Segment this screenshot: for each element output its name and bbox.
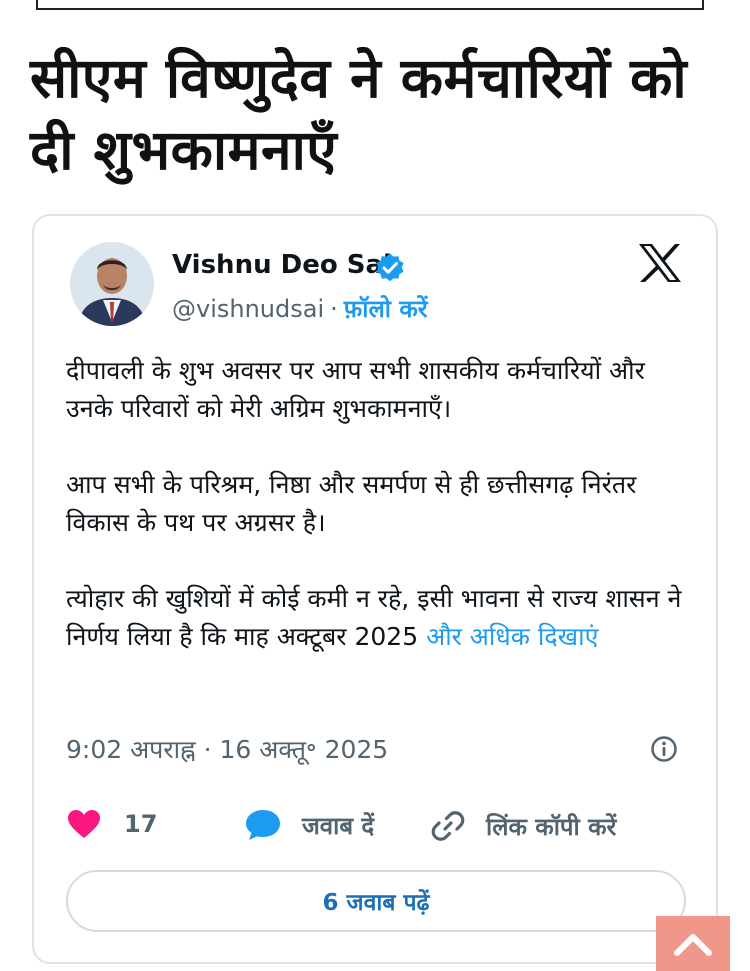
verified-badge-icon xyxy=(376,253,404,282)
follow-link[interactable]: फ़ॉलो करें xyxy=(344,295,428,323)
x-logo-icon[interactable] xyxy=(637,242,683,284)
read-replies-button[interactable]: 6 जवाब पढ़ें xyxy=(66,870,686,932)
link-icon xyxy=(431,811,465,841)
avatar-image xyxy=(70,242,154,326)
tweet-text: दीपावली के शुभ अवसर पर आप सभी शासकीय कर्… xyxy=(66,352,696,656)
separator-dot: · xyxy=(330,295,338,323)
author-name[interactable]: Vishnu Deo Sai xyxy=(172,250,392,280)
tweet-paragraph: आप सभी के परिश्रम, निष्ठा और समर्पण से ह… xyxy=(66,470,637,537)
heart-icon xyxy=(68,810,100,838)
like-button[interactable]: 17 xyxy=(66,808,157,840)
like-count: 17 xyxy=(124,810,158,838)
tweet-timestamp[interactable]: 9:02 अपराह्न · 16 अक्तू॰ 2025 xyxy=(66,732,388,766)
reply-label: जवाब दें xyxy=(302,811,375,840)
info-icon[interactable] xyxy=(650,735,678,763)
handle-row: @vishnudsai · फ़ॉलो करें xyxy=(172,292,428,325)
article-headline: सीएम विष्णुदेव ने कर्मचारियों को दी शुभक… xyxy=(30,46,688,182)
reply-button[interactable]: जवाब दें xyxy=(244,808,374,842)
copy-link-button[interactable]: लिंक कॉपी करें xyxy=(430,808,616,844)
copy-link-label: लिंक कॉपी करें xyxy=(486,812,617,841)
speech-bubble-icon xyxy=(246,810,280,840)
tweet-actions: 17 जवाब दें लिंक कॉपी करें xyxy=(66,808,706,848)
avatar[interactable] xyxy=(70,242,154,326)
scroll-to-top-button[interactable] xyxy=(656,916,730,971)
author-handle[interactable]: @vishnudsai xyxy=(172,295,324,323)
embedded-tweet-card[interactable]: Vishnu Deo Sai @vishnudsai · फ़ॉलो करें दी… xyxy=(32,214,718,964)
top-content-frame xyxy=(36,0,704,10)
chevron-up-icon xyxy=(674,933,712,956)
show-more-link[interactable]: और अधिक दिखाएं xyxy=(426,622,598,651)
tweet-paragraph: दीपावली के शुभ अवसर पर आप सभी शासकीय कर्… xyxy=(66,356,645,423)
tweet-paragraph: त्योहार की खुशियों में कोई कमी न रहे, इस… xyxy=(66,580,696,656)
